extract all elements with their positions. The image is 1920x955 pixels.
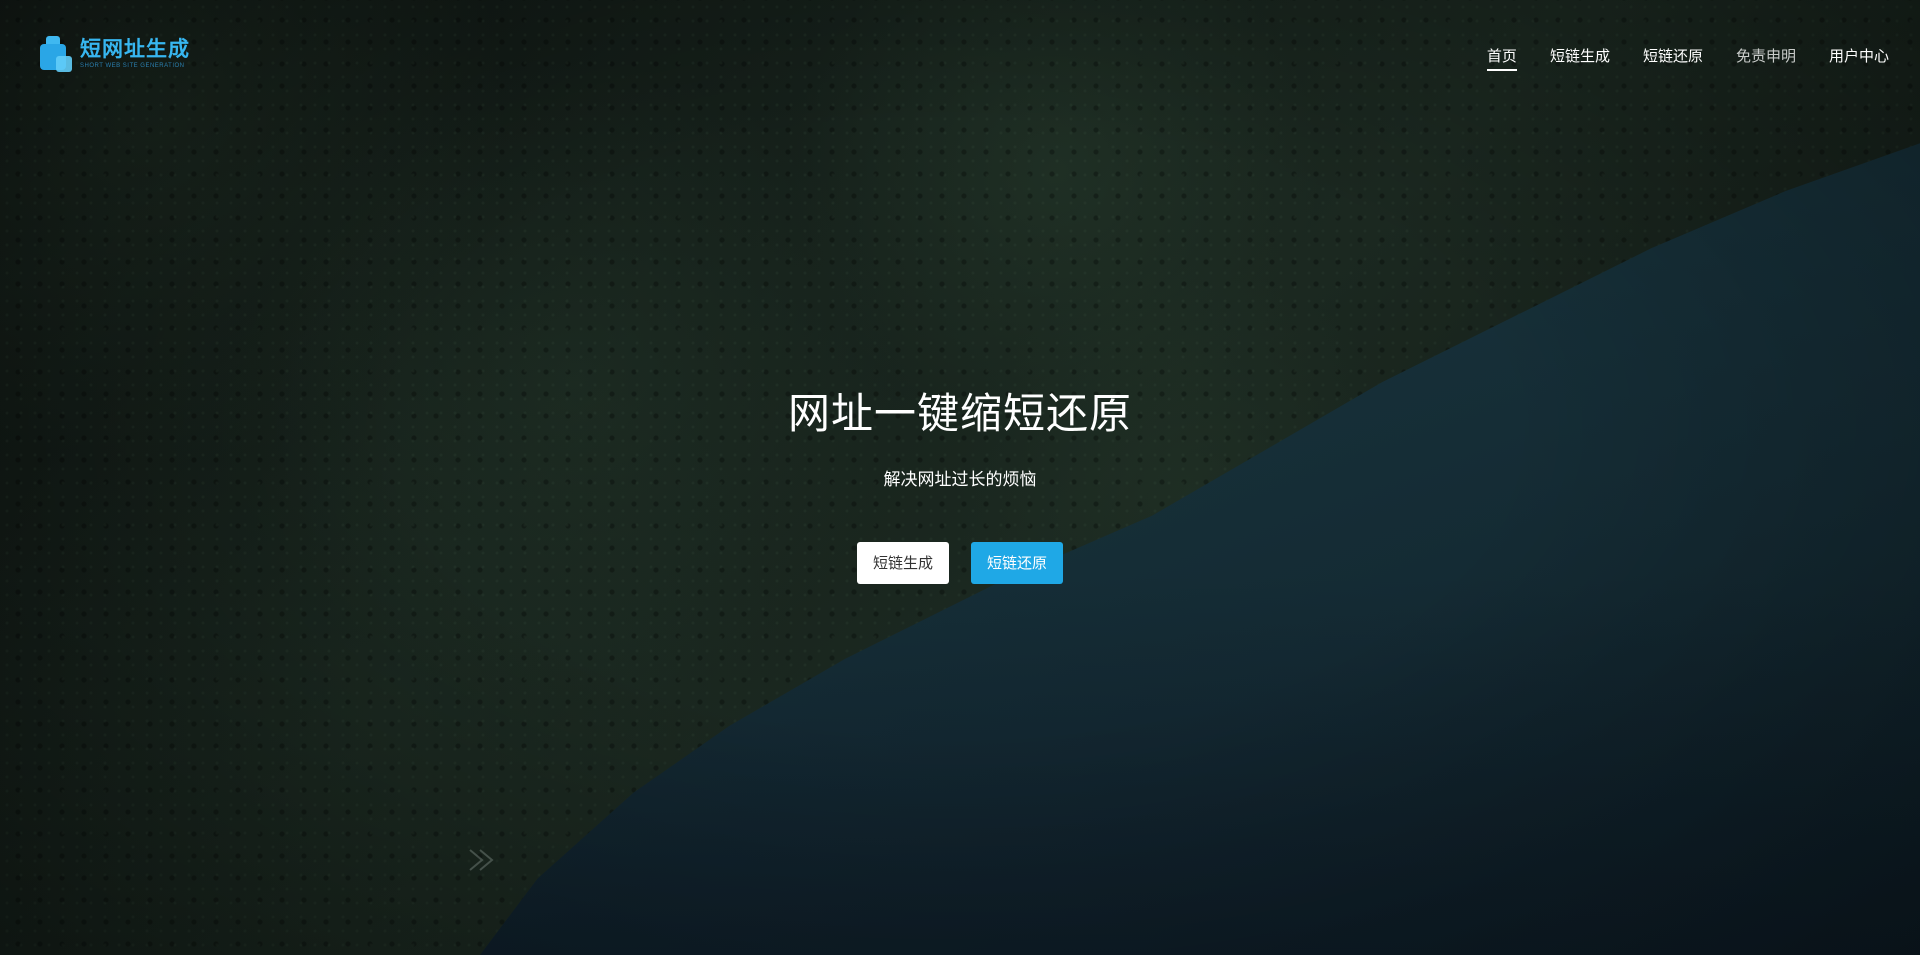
- site-header: 短网址生成 SHORT WEB SITE GENERATION 首页 短链生成 …: [0, 0, 1920, 110]
- watermark-icon: [469, 849, 494, 871]
- hero-subline: 解决网址过长的烦恼: [883, 470, 1037, 490]
- nav-item-restore[interactable]: 短链还原: [1643, 45, 1703, 71]
- logo-title: 短网址生成: [80, 37, 190, 61]
- logo-subtitle: SHORT WEB SITE GENERATION: [80, 63, 185, 69]
- main-nav: 首页 短链生成 短链还原 免责申明 用户中心: [1454, 45, 1889, 71]
- logo-icon: [40, 36, 74, 72]
- nav-item-home[interactable]: 首页: [1486, 45, 1517, 71]
- generate-link-button[interactable]: 短链生成: [857, 542, 949, 584]
- hero-section: 短网址生成 SHORT WEB SITE GENERATION 首页 短链生成 …: [0, 0, 1920, 955]
- nav-item-user-center[interactable]: 用户中心: [1829, 45, 1889, 71]
- hero-content: 网址一键缩短还原 解决网址过长的烦恼 短链生成 短链还原: [0, 380, 1920, 584]
- hero-headline: 网址一键缩短还原: [787, 389, 1132, 438]
- logo-text: 短网址生成 SHORT WEB SITE GENERATION: [80, 37, 190, 70]
- restore-link-button[interactable]: 短链还原: [971, 542, 1063, 584]
- site-logo[interactable]: 短网址生成 SHORT WEB SITE GENERATION: [40, 36, 190, 72]
- nav-item-generate[interactable]: 短链生成: [1550, 45, 1610, 71]
- hero-buttons: 短链生成 短链还原: [0, 542, 1920, 584]
- nav-item-disclaimer[interactable]: 免责申明: [1736, 45, 1796, 71]
